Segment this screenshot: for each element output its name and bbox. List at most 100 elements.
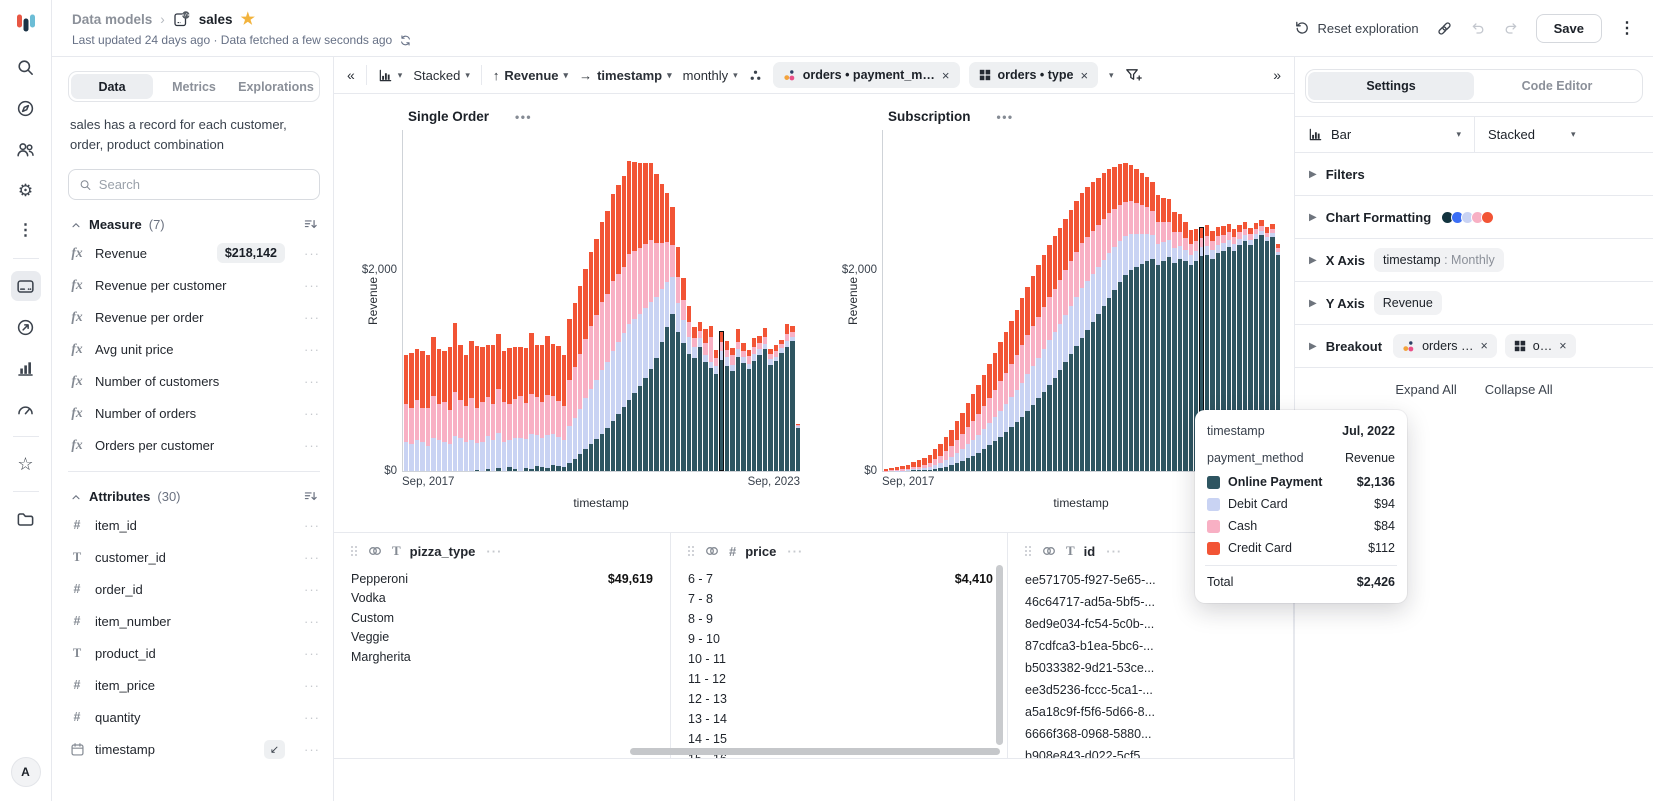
summary-row-pepperoni[interactable]: Pepperoni $49,619 — [351, 569, 656, 589]
stacked-bar[interactable] — [670, 207, 674, 471]
attribute-item-product-id[interactable]: Tproduct_id ··· — [68, 637, 320, 669]
redo-icon[interactable] — [1503, 20, 1519, 36]
tab-data[interactable]: Data — [71, 74, 153, 99]
settings-gear-icon[interactable]: ⚙ — [11, 175, 41, 205]
stacked-bar[interactable] — [982, 375, 986, 471]
collections-folder-icon[interactable] — [11, 504, 41, 534]
summary-row-11-12[interactable]: 11 - 12 — [688, 669, 993, 689]
summary-row-14-15[interactable]: 14 - 15 — [688, 729, 993, 749]
measure-item-revenue[interactable]: fx Revenue $218,142 ··· — [68, 237, 320, 269]
stacked-bar[interactable] — [681, 278, 685, 471]
stacked-bar[interactable] — [911, 462, 915, 471]
stacked-bar[interactable] — [971, 394, 975, 471]
x-field-dropdown[interactable]: → timestamp▾ — [579, 68, 672, 83]
stacked-bar[interactable] — [960, 413, 964, 471]
section-filters[interactable]: ▶ Filters — [1295, 153, 1653, 196]
attributes-section-header[interactable]: Attributes (30) — [70, 489, 318, 504]
stacked-bar[interactable] — [545, 336, 549, 471]
breakout-chip-orders-payment-m[interactable]: orders • payment_m… × — [773, 62, 960, 88]
stacked-bar[interactable] — [453, 323, 457, 471]
stacked-bar[interactable] — [654, 174, 658, 471]
stacked-bar[interactable] — [976, 385, 980, 471]
summary-row-margherita[interactable]: Margherita — [351, 647, 656, 667]
stacked-bar[interactable] — [507, 348, 511, 471]
stacked-bar[interactable] — [1091, 182, 1095, 471]
attribute-item-item-price[interactable]: #item_price ··· — [68, 669, 320, 701]
stacked-bar[interactable] — [730, 348, 734, 471]
section-breakout[interactable]: ▶ Breakout orders … × o… × — [1295, 325, 1653, 368]
stacked-bar[interactable] — [1118, 164, 1122, 471]
stacked-bar[interactable] — [884, 469, 888, 471]
row-menu-icon[interactable]: ··· — [304, 550, 320, 565]
section-y-axis[interactable]: ▶ Y Axis Revenue — [1295, 282, 1653, 325]
stacked-bar[interactable] — [589, 252, 593, 471]
stacked-bar[interactable] — [469, 341, 473, 471]
granularity-dropdown[interactable]: monthly▾ — [683, 68, 738, 83]
stacked-bar[interactable] — [567, 319, 571, 471]
collapse-panel-icon[interactable]: « — [347, 67, 355, 83]
stacked-bar[interactable] — [556, 346, 560, 471]
stacked-bar[interactable] — [998, 342, 1002, 471]
chart-type-select[interactable]: Bar ▾ — [1295, 117, 1475, 152]
stacked-bar[interactable] — [747, 350, 751, 471]
stacked-bar[interactable] — [600, 222, 604, 471]
stacked-bar[interactable] — [779, 340, 783, 471]
more-menu-icon[interactable]: ⋮ — [11, 216, 41, 246]
attribute-item-customer-id[interactable]: Tcustomer_id ··· — [68, 541, 320, 573]
undo-icon[interactable] — [1470, 20, 1486, 36]
stacked-bar[interactable] — [562, 355, 566, 471]
stacked-bar[interactable] — [513, 347, 517, 471]
attribute-item-item-number[interactable]: #item_number ··· — [68, 605, 320, 637]
column-menu-icon[interactable]: ··· — [486, 544, 502, 559]
refresh-icon[interactable] — [399, 34, 412, 47]
stacked-bar[interactable] — [1020, 298, 1024, 471]
collapse-all-link[interactable]: Collapse All — [1485, 382, 1553, 397]
stacked-bar[interactable] — [529, 333, 533, 471]
summary-row-veggie[interactable]: Veggie — [351, 628, 656, 648]
summary-row-10-11[interactable]: 10 - 11 — [688, 649, 993, 669]
expand-all-link[interactable]: Expand All — [1395, 382, 1456, 397]
stacked-bar[interactable] — [955, 421, 959, 471]
remove-chip-icon[interactable]: × — [942, 68, 950, 83]
drag-handle-icon[interactable] — [1025, 546, 1032, 557]
explore-compass-icon[interactable] — [11, 93, 41, 123]
share-link-icon[interactable] — [1436, 20, 1453, 37]
stacked-bar[interactable] — [1096, 178, 1100, 471]
search-input[interactable] — [99, 177, 309, 192]
stacked-bar[interactable] — [1102, 173, 1106, 471]
tab-metrics[interactable]: Metrics — [153, 74, 235, 99]
summary-row-12-13[interactable]: 12 - 13 — [688, 689, 993, 709]
stacked-bar[interactable] — [966, 403, 970, 471]
stacked-bar[interactable] — [1058, 228, 1062, 471]
stack-mode-dropdown[interactable]: Stacked▾ — [413, 68, 470, 83]
summary-row-8-9[interactable]: 8 - 9 — [688, 609, 993, 629]
stacked-bar[interactable] — [944, 437, 948, 471]
data-models-icon[interactable] — [11, 271, 41, 301]
stacked-bar[interactable] — [1145, 177, 1149, 471]
stacked-bar[interactable] — [475, 346, 479, 471]
stacked-bar[interactable] — [757, 336, 761, 471]
tab-explorations[interactable]: Explorations — [235, 74, 317, 99]
stacked-bar[interactable] — [551, 344, 555, 471]
summary-row-8ed9e034-fc54-5c0b[interactable]: 8ed9e034-fc54-5c0b-... — [1025, 613, 1279, 635]
column-header[interactable]: #price ··· — [688, 543, 993, 559]
stacked-bar[interactable] — [736, 329, 740, 471]
sort-icon[interactable] — [303, 489, 318, 504]
stacked-bar[interactable] — [752, 338, 756, 471]
row-menu-icon[interactable]: ··· — [304, 310, 320, 325]
y-field-dropdown[interactable]: ↑ Revenue▾ — [493, 68, 568, 83]
row-menu-icon[interactable]: ··· — [304, 710, 320, 725]
field-search[interactable] — [68, 169, 320, 200]
stacked-bar[interactable] — [622, 176, 626, 471]
stacked-bar[interactable] — [1031, 276, 1035, 471]
stacked-bar[interactable] — [616, 185, 620, 471]
summary-row-vodka[interactable]: Vodka — [351, 589, 656, 609]
search-icon[interactable] — [11, 52, 41, 82]
stacked-bar[interactable] — [1150, 182, 1154, 471]
tab-code-editor[interactable]: Code Editor — [1474, 72, 1640, 100]
breakout-chip-orders-type[interactable]: orders • type × — [969, 62, 1099, 88]
summary-row-9-10[interactable]: 9 - 10 — [688, 629, 993, 649]
stacked-bar[interactable] — [638, 163, 642, 471]
favorites-star-icon[interactable]: ☆ — [11, 449, 41, 479]
stacked-bar[interactable] — [725, 341, 729, 471]
